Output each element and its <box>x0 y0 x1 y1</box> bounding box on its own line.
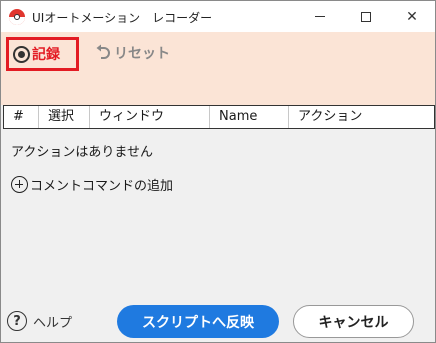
plus-circle-icon <box>11 176 28 193</box>
column-header-window[interactable]: ウィンドウ <box>90 106 210 128</box>
minimize-button[interactable] <box>297 1 343 32</box>
empty-list-message: アクションはありません <box>11 145 153 160</box>
cancel-button[interactable]: キャンセル <box>293 305 414 338</box>
help-link[interactable]: ? ヘルプ <box>7 311 72 331</box>
recorder-window: UIオートメーション レコーダー ✕ 記録 リセット # 選択 ウィンドウ Na… <box>0 0 436 343</box>
minimize-icon <box>315 16 325 17</box>
actions-list: アクションはありません コメントコマンドの追加 <box>1 129 435 297</box>
add-comment-command-label: コメントコマンドの追加 <box>30 179 174 194</box>
column-header-select[interactable]: 選択 <box>39 106 90 128</box>
record-label: 記録 <box>32 47 60 63</box>
reset-label: リセット <box>114 46 170 62</box>
window-title: UIオートメーション レコーダー <box>32 11 213 25</box>
column-header-number[interactable]: # <box>4 106 39 128</box>
column-header-name[interactable]: Name <box>210 106 289 128</box>
reset-button[interactable]: リセット <box>95 43 170 63</box>
close-button[interactable]: ✕ <box>389 1 435 32</box>
maximize-icon <box>361 11 371 22</box>
undo-icon <box>96 44 110 59</box>
record-icon <box>13 45 30 63</box>
help-label: ヘルプ <box>33 315 73 331</box>
title-bar: UIオートメーション レコーダー ✕ <box>1 1 435 32</box>
add-comment-command-link[interactable]: コメントコマンドの追加 <box>11 175 173 194</box>
record-button[interactable]: 記録 <box>6 37 79 71</box>
close-icon: ✕ <box>406 8 418 25</box>
apply-to-script-button[interactable]: スクリプトへ反映 <box>117 305 279 338</box>
toolbar: 記録 リセット <box>1 32 435 105</box>
column-header-action[interactable]: アクション <box>289 106 434 128</box>
app-record-icon <box>9 9 25 25</box>
footer: ? ヘルプ スクリプトへ反映 キャンセル <box>1 297 435 342</box>
actions-table-header: # 選択 ウィンドウ Name アクション <box>3 105 435 129</box>
question-circle-icon: ? <box>7 311 27 331</box>
maximize-button[interactable] <box>343 1 389 32</box>
